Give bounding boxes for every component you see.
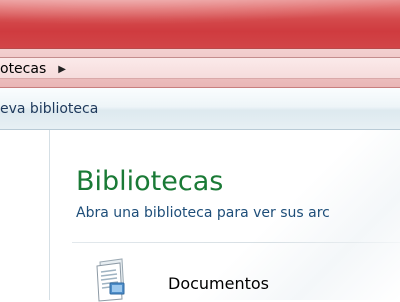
address-field[interactable]: otecas ▶ bbox=[0, 57, 400, 79]
window-frame bbox=[0, 0, 400, 48]
library-item-documents[interactable]: Documentos bbox=[94, 254, 394, 302]
documents-library-icon bbox=[96, 258, 125, 302]
breadcrumb-item-libraries[interactable]: otecas bbox=[0, 61, 46, 77]
divider bbox=[72, 242, 400, 243]
new-library-button[interactable]: eva biblioteca bbox=[0, 88, 98, 129]
libraries-content: Bibliotecas Abra una biblioteca para ver… bbox=[50, 130, 400, 302]
navigation-pane bbox=[0, 130, 50, 300]
address-bar: otecas ▶ bbox=[0, 48, 400, 88]
command-bar: eva biblioteca bbox=[0, 88, 400, 130]
breadcrumb[interactable]: otecas ▶ bbox=[0, 59, 66, 79]
page-title: Bibliotecas bbox=[76, 166, 224, 197]
page-subtitle: Abra una biblioteca para ver sus arc bbox=[76, 205, 330, 221]
library-name[interactable]: Documentos bbox=[168, 274, 269, 293]
chevron-right-icon[interactable]: ▶ bbox=[58, 64, 66, 75]
